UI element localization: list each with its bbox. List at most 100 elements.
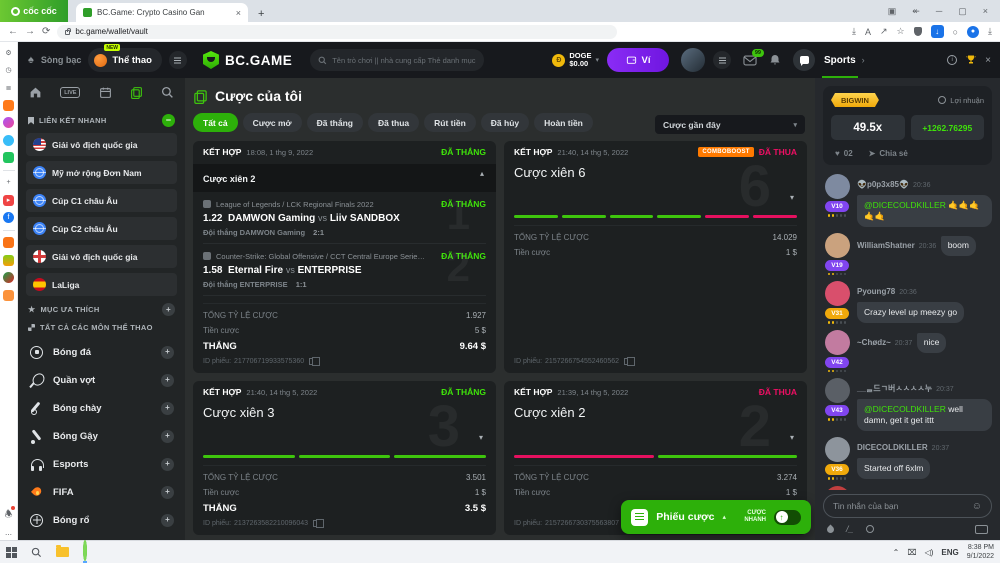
quick-link-item[interactable]: Mỹ mở rộng Đơn Nam xyxy=(26,161,177,184)
copy-icon[interactable] xyxy=(313,520,319,527)
chat-avatar[interactable] xyxy=(825,281,850,306)
coccoc-brand[interactable]: cốc cốc xyxy=(0,0,68,22)
add-favorite-button[interactable]: + xyxy=(162,303,175,316)
file-explorer-icon[interactable] xyxy=(56,547,69,557)
chat-avatar[interactable] xyxy=(825,330,850,355)
notification-ring-icon[interactable]: ○ xyxy=(953,27,958,37)
cart-app-icon[interactable] xyxy=(3,290,14,301)
chat-avatar[interactable] xyxy=(825,174,850,199)
maximize-button[interactable]: ▢ xyxy=(958,6,967,17)
chat-username[interactable]: 👽p0p3x85👽20:36 xyxy=(857,180,930,189)
filter-pill[interactable]: Tất cả xyxy=(193,113,238,132)
chat-mention[interactable]: @DICECOLDKILLER xyxy=(864,200,946,210)
emoji-icon[interactable]: ☺ xyxy=(972,501,982,512)
capture-icon[interactable]: ▣ xyxy=(888,6,897,17)
browser-tab[interactable]: BC.Game: Crypto Casino Gan × xyxy=(76,3,248,22)
expand-sport-button[interactable]: + xyxy=(161,374,174,387)
bcgame-logo[interactable]: BC.GAME xyxy=(203,51,292,69)
panel-chevron-icon[interactable]: › xyxy=(862,55,865,65)
close-button[interactable]: × xyxy=(983,6,988,16)
back-icon[interactable]: ← xyxy=(8,27,18,37)
card-caret-icon[interactable] xyxy=(480,169,484,178)
chat-input[interactable] xyxy=(833,501,972,511)
user-avatar[interactable] xyxy=(681,48,705,72)
share-icon[interactable]: ↗ xyxy=(880,26,888,37)
copy-icon[interactable] xyxy=(624,358,630,365)
profile-avatar[interactable]: ● xyxy=(967,26,979,38)
expand-sport-button[interactable]: + xyxy=(161,514,174,527)
filter-pill[interactable]: Cược mở xyxy=(243,113,302,132)
forward-icon[interactable]: → xyxy=(25,27,35,37)
chat-avatar[interactable] xyxy=(825,378,850,403)
taskbar-clock[interactable]: 8:38 PM9/1/2022 xyxy=(967,543,994,561)
add-shortcut-icon[interactable]: + xyxy=(3,177,14,188)
sport-item[interactable]: Bóng chày + xyxy=(26,394,177,422)
rain-icon[interactable] xyxy=(826,524,836,534)
wallet-button[interactable]: Ví xyxy=(607,48,669,72)
download-extension-icon[interactable]: ↓ xyxy=(931,25,944,38)
url-field[interactable]: bc.game/wallet/vault xyxy=(57,25,617,39)
copy-icon[interactable] xyxy=(309,358,315,365)
sidebar-search-icon[interactable] xyxy=(161,86,174,99)
share-button[interactable]: ➤ Chia sẻ xyxy=(869,149,908,158)
filter-pill[interactable]: Đã thắng xyxy=(307,113,363,132)
expand-sport-button[interactable]: + xyxy=(161,458,174,471)
game-search[interactable] xyxy=(310,49,484,71)
taskbar-search-icon[interactable] xyxy=(31,547,42,558)
card-caret-icon[interactable] xyxy=(790,193,794,202)
chat-username[interactable]: ~Chødz~20:37 xyxy=(857,338,912,347)
quick-link-item[interactable]: Cúp C1 châu Âu xyxy=(26,189,177,212)
bet-slip-button[interactable]: Phiếu cược ▴ CƯỢC NHANH ↑ xyxy=(621,500,811,534)
start-button[interactable] xyxy=(6,547,17,558)
balance-selector[interactable]: Ð DOGE $0.00 ▾ xyxy=(552,52,599,69)
filter-pill[interactable]: Đã thua xyxy=(368,113,419,132)
chat-username[interactable]: DICECOLDKILLER20:37 xyxy=(857,443,949,452)
card-caret-icon[interactable] xyxy=(790,433,794,442)
quick-link-item[interactable]: Giải vô địch quốc gia xyxy=(26,245,177,268)
history-icon[interactable]: ◷ xyxy=(3,65,14,76)
filter-pill[interactable]: Rút tiền xyxy=(424,113,476,132)
search-input[interactable] xyxy=(332,56,476,65)
expand-sport-button[interactable]: + xyxy=(161,346,174,359)
bet-card[interactable]: KẾT HỢP 21:40, 14 thg 5, 2022 ĐÃ THẮNG C… xyxy=(193,381,496,535)
notifications-button[interactable] xyxy=(769,54,781,66)
chat-avatar[interactable] xyxy=(825,233,850,258)
downloads-tray-icon[interactable]: ⤓ xyxy=(988,26,992,37)
chat-avatar[interactable] xyxy=(825,437,850,462)
shop-app-icon[interactable] xyxy=(3,237,14,248)
tray-chevron-icon[interactable]: ⌃ xyxy=(893,548,900,557)
bet-card[interactable]: KẾT HỢP 18:08, 1 thg 9, 2022 ĐÃ THẮNG Cư… xyxy=(193,141,496,373)
translate-icon[interactable]: A xyxy=(865,27,871,37)
adblock-shield-icon[interactable] xyxy=(914,27,922,36)
sport-item[interactable]: FIFA + xyxy=(26,478,177,506)
network-icon[interactable]: ⌧ xyxy=(907,548,916,557)
sport-item[interactable]: Bóng đá + xyxy=(26,338,177,366)
chat-username[interactable]: WilliamShatner20:36 xyxy=(857,241,936,250)
tip-coin-icon[interactable] xyxy=(866,525,874,533)
chat-avatar[interactable] xyxy=(825,486,850,490)
card-caret-icon[interactable] xyxy=(479,433,483,442)
expand-sport-button[interactable]: + xyxy=(161,402,174,415)
home-icon[interactable] xyxy=(29,86,42,99)
strip-more-icon[interactable]: ⋯ xyxy=(3,529,14,540)
messenger-icon[interactable] xyxy=(3,117,14,128)
keyboard-icon[interactable] xyxy=(975,525,988,534)
sport-item[interactable]: Quần vợt + xyxy=(26,366,177,394)
coccoc-taskbar-icon[interactable] xyxy=(83,542,87,563)
minimize-button[interactable]: ─ xyxy=(936,6,942,16)
chat-input-box[interactable]: ☺ xyxy=(823,494,992,518)
inbox-button[interactable]: 99 xyxy=(743,55,757,66)
volume-icon[interactable]: ◁) xyxy=(925,548,934,557)
quick-link-item[interactable]: Giải vô địch quốc gia xyxy=(26,133,177,156)
panel-tab-sports[interactable]: Sports xyxy=(824,42,856,78)
chat-toggle-button[interactable] xyxy=(793,49,815,71)
save-page-icon[interactable]: ⤓ xyxy=(852,26,856,37)
chat-mention[interactable]: @DICECOLDKILLER xyxy=(864,404,946,414)
strip-bell-icon[interactable]: 🕭 xyxy=(4,507,12,523)
settings-gear-icon[interactable]: ⚙ xyxy=(3,47,14,58)
user-menu-button[interactable] xyxy=(713,51,731,69)
quick-link-item[interactable]: LaLiga xyxy=(26,273,177,296)
sport-item[interactable]: Bóng rổ + xyxy=(26,506,177,534)
language-indicator[interactable]: ENG xyxy=(941,548,958,557)
chat-username[interactable]: __ᆯ드ㄱ버ㅅㅅㅅㅅ누20:37 xyxy=(857,384,954,393)
